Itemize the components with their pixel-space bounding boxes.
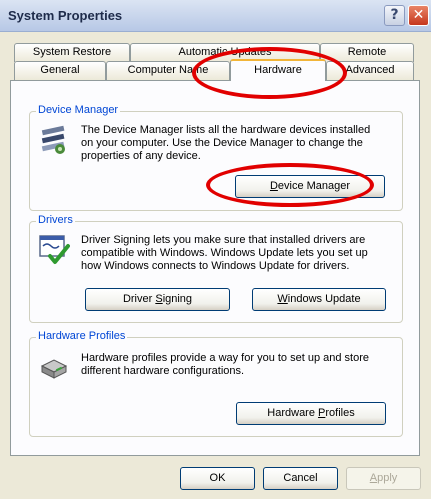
hardware-profiles-group: Hardware Profiles Hardware profiles prov… [29, 330, 403, 437]
drivers-legend: Drivers [36, 214, 75, 226]
drivers-group: Drivers Driver Signing lets you make sur… [29, 214, 403, 323]
close-button[interactable]: ✕ [408, 5, 429, 26]
title-bar[interactable]: System Properties ? ✕ [0, 0, 431, 32]
hardware-profiles-description: Hardware profiles provide a way for you … [81, 352, 369, 377]
hardware-profiles-icon [40, 359, 68, 379]
tab-hardware[interactable]: Hardware [230, 59, 326, 81]
tab-advanced[interactable]: Advanced [326, 61, 414, 80]
apply-button[interactable]: Apply [346, 467, 421, 490]
cancel-button[interactable]: Cancel [263, 467, 338, 490]
driver-signing-button[interactable]: Driver Signing [85, 288, 230, 311]
window-title: System Properties [8, 8, 123, 23]
tab-computer-name[interactable]: Computer Name [106, 61, 230, 80]
device-manager-button[interactable]: Device Manager [235, 175, 385, 198]
help-icon: ? [390, 7, 399, 23]
tab-general[interactable]: General [14, 61, 106, 80]
tab-system-restore[interactable]: System Restore [14, 43, 130, 62]
windows-update-button[interactable]: Windows Update [252, 288, 386, 311]
hardware-profiles-legend: Hardware Profiles [36, 330, 128, 342]
device-manager-group: Device Manager The Device Manager lists … [29, 104, 403, 211]
driver-signing-icon [39, 235, 70, 264]
device-manager-legend: Device Manager [36, 104, 121, 116]
device-manager-description: The Device Manager lists all the hardwar… [81, 124, 371, 162]
device-manager-icon [41, 125, 65, 154]
hardware-profiles-button[interactable]: Hardware Profiles [236, 402, 386, 425]
close-icon: ✕ [412, 7, 425, 23]
system-properties-window: System Properties ? ✕ System Restore Aut… [0, 0, 431, 499]
drivers-description: Driver Signing lets you make sure that i… [81, 234, 368, 272]
help-button[interactable]: ? [384, 5, 405, 26]
ok-button[interactable]: OK [180, 467, 255, 490]
hardware-tab-panel: Device Manager The Device Manager lists … [10, 80, 420, 456]
tab-remote[interactable]: Remote [320, 43, 414, 62]
